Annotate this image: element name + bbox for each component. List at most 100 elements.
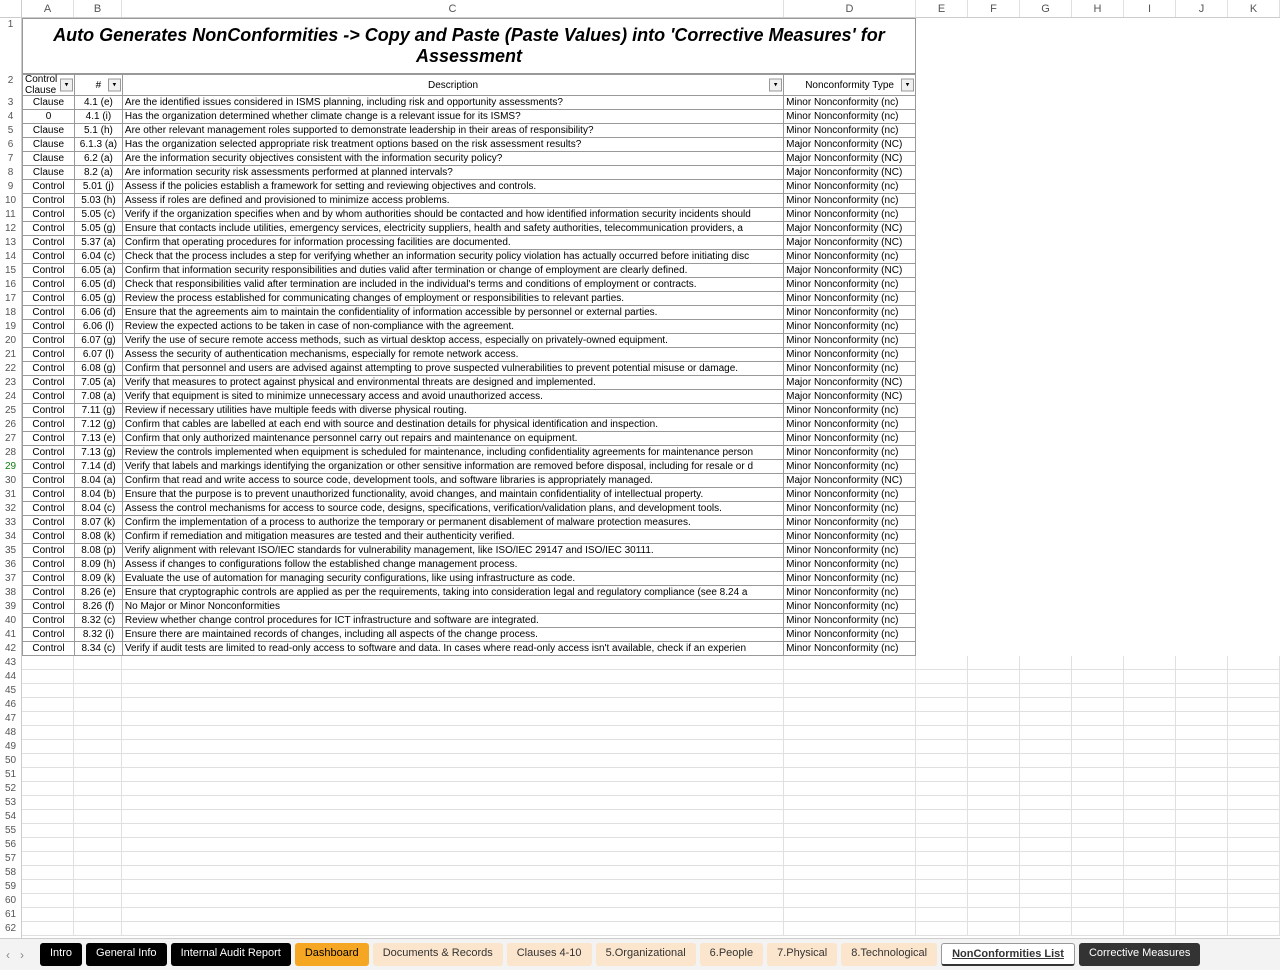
empty-cell[interactable] [1072, 824, 1124, 838]
header-nonconformity-type[interactable]: Nonconformity Type ▾ [784, 74, 916, 96]
row-number[interactable]: 42 [0, 642, 21, 656]
cell-nonconformity-type[interactable]: Major Nonconformity (NC) [784, 166, 916, 180]
table-row[interactable]: Control5.01 (j)Assess if the policies es… [22, 180, 916, 194]
empty-cell[interactable] [1072, 754, 1124, 768]
sheet-tab[interactable]: 6.People [700, 943, 763, 966]
empty-cell[interactable] [968, 740, 1020, 754]
table-row[interactable]: Control8.32 (i)Ensure there are maintain… [22, 628, 916, 642]
cell-number[interactable]: 6.04 (c) [75, 250, 123, 264]
table-row[interactable]: Control8.07 (k)Confirm the implementatio… [22, 516, 916, 530]
empty-cell[interactable] [916, 852, 968, 866]
cell-control-clause[interactable]: Control [23, 376, 75, 390]
empty-cell[interactable] [1176, 768, 1228, 782]
empty-cell[interactable] [1020, 894, 1072, 908]
cell-control-clause[interactable]: Control [23, 250, 75, 264]
cell-control-clause[interactable]: Control [23, 600, 75, 614]
empty-cell[interactable] [784, 824, 916, 838]
cell-description[interactable]: Confirm that information security respon… [123, 264, 784, 278]
row-number[interactable]: 54 [0, 810, 21, 824]
sheet-tab[interactable]: Intro [40, 943, 82, 966]
empty-cell[interactable] [74, 908, 122, 922]
row-number[interactable]: 10 [0, 194, 21, 208]
empty-cell[interactable] [968, 922, 1020, 936]
empty-cell[interactable] [74, 726, 122, 740]
row-number[interactable]: 39 [0, 600, 21, 614]
empty-cell[interactable] [1072, 740, 1124, 754]
empty-cell[interactable] [74, 768, 122, 782]
empty-cell[interactable] [968, 824, 1020, 838]
sheet-tab[interactable]: 5.Organizational [596, 943, 696, 966]
table-row[interactable]: 04.1 (i)Has the organization determined … [22, 110, 916, 124]
row-number[interactable]: 51 [0, 768, 21, 782]
empty-cell[interactable] [1072, 810, 1124, 824]
empty-cell[interactable] [916, 656, 968, 670]
table-row[interactable]: Control7.08 (a)Verify that equipment is … [22, 390, 916, 404]
empty-cell[interactable] [968, 712, 1020, 726]
cell-nonconformity-type[interactable]: Major Nonconformity (NC) [784, 376, 916, 390]
row-number[interactable]: 27 [0, 432, 21, 446]
empty-row[interactable] [22, 768, 1280, 782]
empty-row[interactable] [22, 866, 1280, 880]
empty-cell[interactable] [968, 810, 1020, 824]
empty-cell[interactable] [1072, 698, 1124, 712]
empty-cell[interactable] [1228, 908, 1280, 922]
row-number[interactable]: 3 [0, 96, 21, 110]
cell-description[interactable]: Verify that measures to protect against … [123, 376, 784, 390]
empty-cell[interactable] [1228, 754, 1280, 768]
empty-cell[interactable] [1020, 754, 1072, 768]
cell-number[interactable]: 8.26 (e) [75, 586, 123, 600]
cell-number[interactable]: 6.05 (g) [75, 292, 123, 306]
cell-number[interactable]: 5.05 (c) [75, 208, 123, 222]
cell-nonconformity-type[interactable]: Minor Nonconformity (nc) [784, 334, 916, 348]
empty-cell[interactable] [1020, 698, 1072, 712]
empty-cell[interactable] [1176, 698, 1228, 712]
empty-cell[interactable] [1124, 796, 1176, 810]
empty-cell[interactable] [968, 866, 1020, 880]
empty-cell[interactable] [122, 670, 784, 684]
empty-cell[interactable] [1020, 852, 1072, 866]
empty-cell[interactable] [1072, 670, 1124, 684]
header-description[interactable]: Description ▾ [123, 74, 784, 96]
row-number[interactable]: 14 [0, 250, 21, 264]
cell-control-clause[interactable]: Control [23, 334, 75, 348]
cell-number[interactable]: 8.32 (i) [75, 628, 123, 642]
cell-description[interactable]: Confirm that only authorized maintenance… [123, 432, 784, 446]
cell-nonconformity-type[interactable]: Minor Nonconformity (nc) [784, 446, 916, 460]
cell-description[interactable]: Are other relevant management roles supp… [123, 124, 784, 138]
empty-cell[interactable] [1228, 768, 1280, 782]
empty-cell[interactable] [1228, 894, 1280, 908]
empty-cell[interactable] [1176, 726, 1228, 740]
empty-cell[interactable] [74, 740, 122, 754]
cell-control-clause[interactable]: Control [23, 488, 75, 502]
cell-number[interactable]: 4.1 (i) [75, 110, 123, 124]
row-number[interactable]: 33 [0, 516, 21, 530]
cell-description[interactable]: Review if necessary utilities have multi… [123, 404, 784, 418]
empty-cell[interactable] [22, 894, 74, 908]
empty-cell[interactable] [968, 698, 1020, 712]
empty-cell[interactable] [916, 880, 968, 894]
table-row[interactable]: Clause4.1 (e)Are the identified issues c… [22, 96, 916, 110]
cell-description[interactable]: Review the expected actions to be taken … [123, 320, 784, 334]
row-number[interactable]: 26 [0, 418, 21, 432]
cell-description[interactable]: Are the identified issues considered in … [123, 96, 784, 110]
empty-cell[interactable] [916, 796, 968, 810]
row-number[interactable]: 28 [0, 446, 21, 460]
cell-description[interactable]: Verify the use of secure remote access m… [123, 334, 784, 348]
cell-number[interactable]: 8.08 (p) [75, 544, 123, 558]
table-row[interactable]: Control7.13 (e)Confirm that only authori… [22, 432, 916, 446]
empty-cell[interactable] [122, 712, 784, 726]
empty-cell[interactable] [1020, 838, 1072, 852]
empty-row[interactable] [22, 782, 1280, 796]
empty-cell[interactable] [1228, 866, 1280, 880]
empty-cell[interactable] [1176, 670, 1228, 684]
row-number[interactable]: 55 [0, 824, 21, 838]
cell-description[interactable]: Verify alignment with relevant ISO/IEC s… [123, 544, 784, 558]
empty-cell[interactable] [916, 894, 968, 908]
empty-cell[interactable] [916, 810, 968, 824]
cell-number[interactable]: 6.08 (g) [75, 362, 123, 376]
cell-description[interactable]: Review whether change control procedures… [123, 614, 784, 628]
cell-nonconformity-type[interactable]: Minor Nonconformity (nc) [784, 558, 916, 572]
cell-number[interactable]: 6.2 (a) [75, 152, 123, 166]
empty-cell[interactable] [74, 712, 122, 726]
table-row[interactable]: Clause5.1 (h)Are other relevant manageme… [22, 124, 916, 138]
